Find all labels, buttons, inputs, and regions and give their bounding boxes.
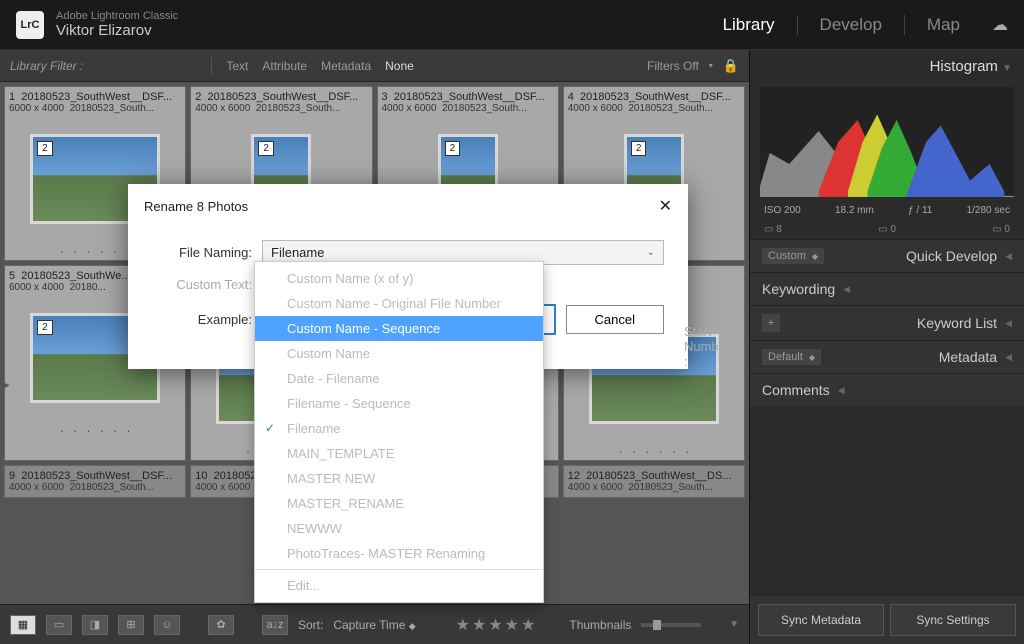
filter-label: Library Filter :: [10, 59, 83, 73]
filter-attribute[interactable]: Attribute: [262, 59, 307, 73]
library-filter-bar: Library Filter : Text Attribute Metadata…: [0, 50, 749, 82]
dropdown-item[interactable]: NEWWW: [255, 516, 543, 541]
user-name: Viktor Elizarov: [56, 22, 178, 39]
file-naming-dropdown: Custom Name (x of y)Custom Name - Origin…: [254, 261, 544, 603]
aperture: ƒ / 11: [908, 205, 932, 216]
grid-cell[interactable]: 12 20180523_SouthWest__DS... 4000 x 6000…: [563, 465, 745, 498]
app-logo: LrC: [16, 11, 44, 39]
metadata-panel[interactable]: Default ◆ Metadata◀: [750, 340, 1024, 373]
dropdown-item[interactable]: Custom Name - Original File Number: [255, 291, 543, 316]
loupe-view-icon[interactable]: ▭: [46, 615, 72, 635]
iso-value: ISO 200: [764, 205, 801, 216]
title-bar: LrC Adobe Lightroom Classic Viktor Eliza…: [0, 0, 1024, 50]
sort-direction-icon[interactable]: a↓z: [262, 615, 288, 635]
dropdown-edit[interactable]: Edit...: [255, 573, 543, 598]
dropdown-item[interactable]: MASTER_RENAME: [255, 491, 543, 516]
filters-off-toggle[interactable]: Filters Off: [647, 59, 699, 73]
filter-metadata[interactable]: Metadata: [321, 59, 371, 73]
toolbar-menu-icon[interactable]: ▼: [729, 619, 739, 630]
dropdown-item[interactable]: MAIN_TEMPLATE: [255, 441, 543, 466]
stack-badge: 2: [37, 141, 53, 156]
add-keyword-icon[interactable]: +: [762, 314, 780, 332]
file-naming-label: File Naming:: [152, 245, 252, 260]
example-label: Example:: [152, 312, 252, 327]
close-icon[interactable]: ✕: [659, 196, 672, 216]
chevron-down-icon: ⌄: [647, 247, 655, 258]
qd-preset-select[interactable]: Custom ◆: [762, 248, 824, 264]
dropdown-item[interactable]: Custom Name (x of y): [255, 266, 543, 291]
separator: [904, 15, 905, 35]
separator: [797, 15, 798, 35]
dropdown-item[interactable]: Date - Filename: [255, 366, 543, 391]
thumbnails-label: Thumbnails: [569, 618, 631, 632]
rating-stars[interactable]: ★★★★★: [456, 615, 538, 635]
focal-length: 18.2 mm: [835, 205, 874, 216]
keyword-list-panel[interactable]: + Keyword List◀: [750, 305, 1024, 340]
sort-value[interactable]: Capture Time ◆: [333, 618, 415, 632]
sync-settings-button[interactable]: Sync Settings: [890, 604, 1016, 636]
grid-view-icon[interactable]: ▦: [10, 615, 36, 635]
histogram[interactable]: [760, 87, 1014, 197]
dropdown-item[interactable]: Custom Name: [255, 341, 543, 366]
dropdown-item[interactable]: MASTER NEW: [255, 466, 543, 491]
dropdown-item[interactable]: Custom Name - Sequence: [255, 316, 543, 341]
survey-view-icon[interactable]: ⊞: [118, 615, 144, 635]
cancel-button[interactable]: Cancel: [566, 305, 664, 334]
check-icon: ✓: [265, 421, 275, 435]
grid-cell[interactable]: 9 20180523_SouthWest__DSF... 4000 x 6000…: [4, 465, 186, 498]
people-view-icon[interactable]: ☺: [154, 615, 180, 635]
dropdown-item[interactable]: PhotoTraces- MASTER Renaming: [255, 541, 543, 566]
cloud-sync-icon[interactable]: ☁: [992, 15, 1008, 35]
compare-view-icon[interactable]: ◨: [82, 615, 108, 635]
shutter-speed: 1/280 sec: [967, 205, 1010, 216]
keywording-panel[interactable]: Keywording◀: [750, 272, 1024, 305]
start-number-label: Start Number :: [684, 324, 730, 369]
sync-metadata-button[interactable]: Sync Metadata: [758, 604, 884, 636]
thumbnail-size-slider[interactable]: [641, 623, 701, 627]
original-count: ▭ 8: [764, 224, 782, 235]
dialog-title: Rename 8 Photos: [144, 199, 248, 214]
left-panel-toggle-icon[interactable]: ▶: [2, 380, 10, 391]
app-name: Adobe Lightroom Classic: [56, 10, 178, 22]
smart-preview-count: ▭ 0: [878, 224, 896, 235]
dropdown-item[interactable]: Filename - Sequence: [255, 391, 543, 416]
tab-map[interactable]: Map: [921, 11, 966, 39]
comments-panel[interactable]: Comments◀: [750, 373, 1024, 406]
custom-text-label: Custom Text:: [152, 277, 252, 292]
quick-develop-panel[interactable]: Custom ◆ Quick Develop◀: [750, 239, 1024, 272]
filter-none[interactable]: None: [385, 59, 414, 73]
metadata-preset-select[interactable]: Default ◆: [762, 349, 821, 365]
tab-library[interactable]: Library: [717, 11, 781, 39]
histogram-header[interactable]: Histogram: [930, 58, 998, 75]
sort-label: Sort:: [298, 618, 323, 632]
right-panel: Histogram ▼ ISO 200 18.2 mm ƒ / 11 1/280…: [749, 50, 1024, 644]
filter-text[interactable]: Text: [226, 59, 248, 73]
dropdown-item[interactable]: ✓Filename: [255, 416, 543, 441]
spray-icon[interactable]: ✿: [208, 615, 234, 635]
missing-count: ▭ 0: [992, 224, 1010, 235]
lock-icon[interactable]: 🔒: [723, 58, 739, 74]
grid-toolbar: ▦ ▭ ◨ ⊞ ☺ ✿ a↓z Sort: Capture Time ◆ ★★★…: [0, 604, 749, 644]
tab-develop[interactable]: Develop: [814, 11, 888, 39]
